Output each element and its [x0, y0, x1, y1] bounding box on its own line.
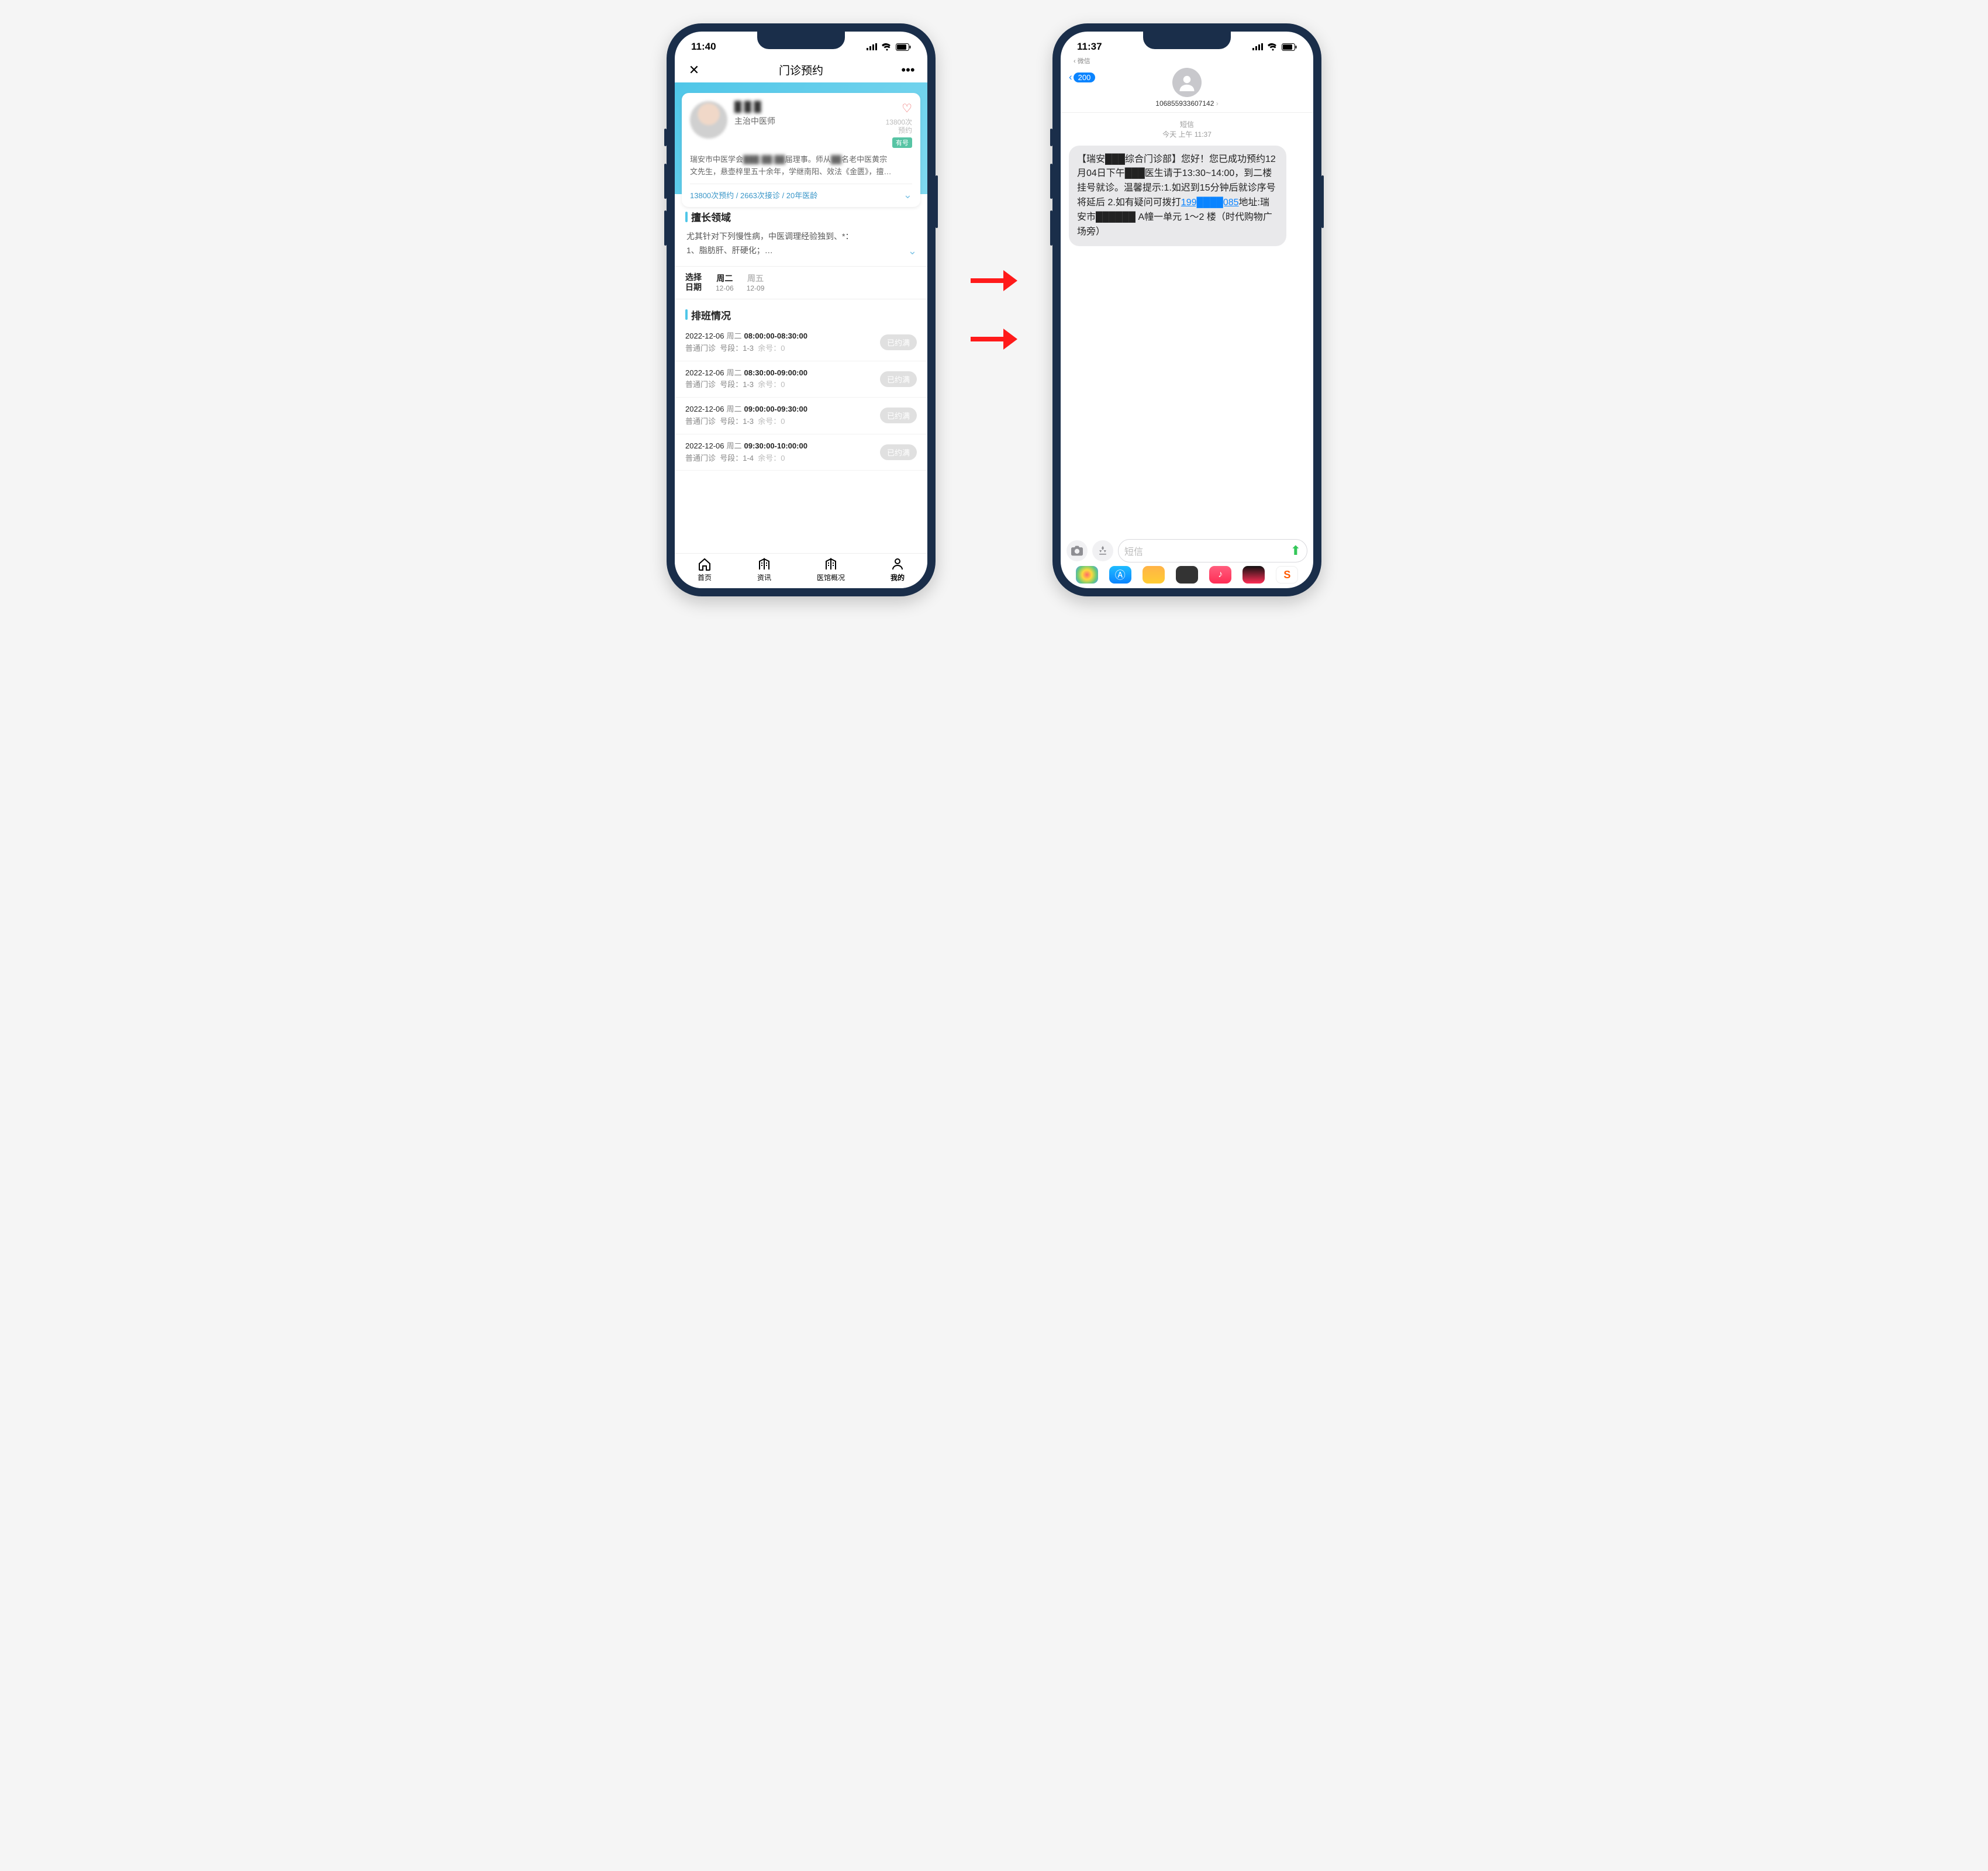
phone-left: 11:40 ✕ 门诊预约 ••• █ █ █ 主治中医师: [667, 23, 936, 596]
signal-icon: [1252, 43, 1264, 50]
date-option[interactable]: 周二12-06: [716, 272, 734, 292]
date-label: 选择日期: [685, 272, 702, 293]
more-icon[interactable]: •••: [899, 63, 917, 78]
doctor-name: █ █ █: [734, 101, 879, 113]
tab-overview[interactable]: 医馆概况: [817, 557, 845, 582]
doctor-stats: 13800次预约 / 2663次接诊 / 20年医龄: [690, 189, 817, 201]
doctor-card[interactable]: █ █ █ 主治中医师 ♡ 13800次预约 有号 瑞安市中医学会███ ██ …: [682, 93, 920, 207]
transition-arrows: [971, 269, 1017, 351]
message-bubble[interactable]: 【瑞安███综合门诊部】您好！您已成功预约12月04日下午███医生请于13:3…: [1069, 146, 1286, 247]
signal-icon: [867, 43, 878, 50]
building-icon: [757, 557, 771, 571]
back-button[interactable]: ‹ 200: [1069, 71, 1095, 83]
battery-icon: [1282, 43, 1297, 51]
expand-icon[interactable]: ⌄: [903, 189, 912, 201]
message-input[interactable]: 短信 ⬆: [1118, 539, 1307, 562]
schedule-slot[interactable]: 2022-12-06周二09:30:00-10:00:00普通门诊 号段：1-4…: [675, 434, 927, 471]
send-icon[interactable]: ⬆: [1290, 543, 1301, 558]
app-drawer: Ⓐ ♪ S: [1067, 562, 1307, 584]
message-footer: 短信 ⬆ Ⓐ ♪ S: [1061, 536, 1313, 588]
tab-news[interactable]: 资讯: [757, 557, 771, 582]
appstore-app-icon[interactable]: Ⓐ: [1109, 566, 1131, 584]
home-icon: [698, 557, 712, 571]
photos-app-icon[interactable]: [1076, 566, 1098, 584]
heart-app-icon[interactable]: [1242, 566, 1265, 584]
appstore-icon: [1097, 545, 1109, 557]
appointment-count: 13800次预约: [886, 118, 912, 135]
appstore-button[interactable]: [1092, 540, 1113, 561]
status-pill: 已约满: [880, 371, 917, 387]
unread-badge: 200: [1074, 73, 1096, 82]
schedule-slot[interactable]: 2022-12-06周二08:30:00-09:00:00普通门诊 号段：1-3…: [675, 361, 927, 398]
status-pill: 已约满: [880, 334, 917, 350]
input-placeholder: 短信: [1124, 544, 1143, 558]
contact-avatar[interactable]: [1172, 68, 1202, 97]
person-icon: [891, 557, 905, 571]
date-selector: 选择日期 周二12-06 周五12-09: [675, 266, 927, 299]
doctor-bio: 瑞安市中医学会███ ██ ██届理事。师从██名老中医黄宗 文先生，悬壶梓里五…: [690, 154, 912, 178]
expertise-title: 擅长领域: [685, 209, 917, 224]
breadcrumb[interactable]: 微信: [1061, 56, 1313, 65]
status-pill: 已约满: [880, 408, 917, 423]
status-time: 11:40: [691, 41, 716, 53]
doctor-title: 主治中医师: [734, 115, 879, 127]
wifi-icon: [882, 43, 892, 51]
schedule-slot[interactable]: 2022-12-06周二09:00:00-09:30:00普通门诊 号段：1-3…: [675, 398, 927, 434]
nav-bar: ✕ 门诊预约 •••: [675, 57, 927, 82]
memoji-app-icon[interactable]: [1143, 566, 1165, 584]
memoji-dark-app-icon[interactable]: [1176, 566, 1198, 584]
status-icons: [1252, 43, 1297, 51]
status-icons: [867, 43, 911, 51]
phone-link[interactable]: 199████085: [1181, 198, 1239, 208]
tab-home[interactable]: 首页: [698, 557, 712, 582]
building-icon: [824, 557, 838, 571]
doctor-avatar: [690, 101, 727, 139]
favorite-icon[interactable]: ♡: [902, 101, 912, 116]
page-title: 门诊预约: [779, 62, 823, 78]
chevron-left-icon: ‹: [1069, 71, 1072, 83]
arrow-icon: [971, 327, 1017, 351]
date-option[interactable]: 周五12-09: [747, 272, 765, 292]
close-icon[interactable]: ✕: [685, 63, 703, 78]
battery-icon: [896, 43, 911, 51]
message-meta: 短信今天 上午 11:37: [1069, 120, 1305, 140]
sogou-app-icon[interactable]: S: [1276, 566, 1298, 584]
expertise-body: 尤其针对下列慢性病，中医调理经验独到、*： 1、脂肪肝、肝硬化；… ⌄: [685, 224, 917, 264]
availability-tag: 有号: [892, 137, 912, 148]
schedule-slot[interactable]: 2022-12-06周二08:00:00-08:30:00普通门诊 号段：1-3…: [675, 325, 927, 361]
phone-right: 11:37 微信 ‹ 200 106855933607142 短信今天 上午 1…: [1052, 23, 1321, 596]
camera-icon: [1071, 546, 1083, 556]
message-header: ‹ 200 106855933607142: [1061, 65, 1313, 113]
tab-profile[interactable]: 我的: [891, 557, 905, 582]
arrow-icon: [971, 269, 1017, 292]
schedule-title: 排班情况: [685, 308, 917, 322]
camera-button[interactable]: [1067, 540, 1088, 561]
status-pill: 已约满: [880, 444, 917, 460]
status-time: 11:37: [1077, 41, 1102, 53]
music-app-icon[interactable]: ♪: [1209, 566, 1231, 584]
person-icon: [1178, 74, 1196, 91]
wifi-icon: [1268, 43, 1278, 51]
tab-bar: 首页 资讯 医馆概况 我的: [675, 553, 927, 588]
expand-icon[interactable]: ⌄: [908, 242, 917, 260]
contact-name[interactable]: 106855933607142: [1155, 99, 1218, 108]
